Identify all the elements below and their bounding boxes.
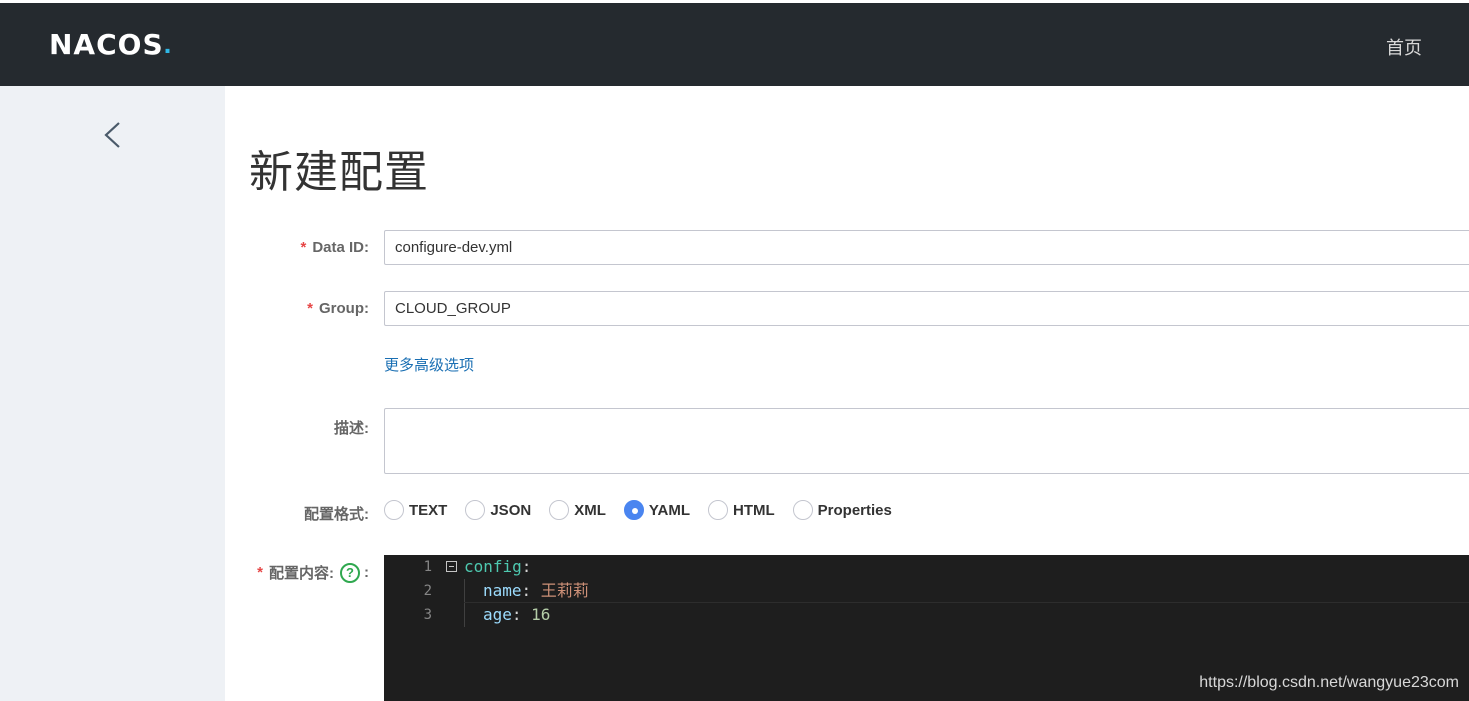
format-radio-xml[interactable]: XML xyxy=(549,500,606,520)
data-id-label-text: Data ID: xyxy=(312,239,369,256)
main-content: 新建配置 * Data ID: * Group: 更多高级选项 描述: 配置格式… xyxy=(225,86,1469,701)
line-number: 2 xyxy=(423,583,432,599)
top-navbar: NACOS. 首页 xyxy=(0,0,1469,86)
code-line: 2 name: 王莉莉 xyxy=(384,579,1469,603)
yaml-key: config xyxy=(464,557,522,576)
watermark-text: https://blog.csdn.net/wangyue23com xyxy=(1199,674,1459,691)
code-text: config: xyxy=(464,555,531,579)
group-label-text: Group: xyxy=(319,300,369,317)
radio-circle-checked[interactable] xyxy=(623,500,644,520)
content-label: * 配置内容: ? : xyxy=(257,562,369,583)
format-radio-group: TEXT JSON XML YAML HTML Properties xyxy=(384,499,910,521)
required-mark: * xyxy=(307,300,313,317)
data-id-label: * Data ID: xyxy=(300,239,369,256)
radio-circle[interactable] xyxy=(384,500,404,520)
content-label-colon: : xyxy=(364,564,369,581)
yaml-sep: : xyxy=(521,557,532,576)
code-line: 1 config: xyxy=(384,555,1469,579)
code-line: 3 age: 16 xyxy=(384,603,1469,627)
radio-label: JSON xyxy=(490,501,532,519)
required-mark: * xyxy=(257,564,263,581)
description-textarea[interactable] xyxy=(384,408,1469,474)
radio-label: YAML xyxy=(648,501,690,519)
required-mark: * xyxy=(300,239,307,256)
format-label-text: 配置格式: xyxy=(304,506,369,523)
data-id-input[interactable] xyxy=(384,230,1469,265)
yaml-key: name xyxy=(483,581,522,600)
description-label-text: 描述: xyxy=(334,420,369,437)
logo-dot: . xyxy=(163,28,172,59)
radio-label: Properties xyxy=(817,501,892,519)
radio-circle[interactable] xyxy=(549,500,570,520)
format-radio-html[interactable]: HTML xyxy=(708,500,775,520)
format-radio-text[interactable]: TEXT xyxy=(384,500,447,520)
radio-label: HTML xyxy=(733,501,775,519)
radio-circle[interactable] xyxy=(792,500,813,520)
indent-guide xyxy=(464,579,465,627)
format-radio-json[interactable]: JSON xyxy=(465,500,531,520)
back-chevron-icon[interactable] xyxy=(100,120,126,150)
fold-collapse-icon[interactable] xyxy=(446,561,457,572)
group-label: * Group: xyxy=(307,300,369,317)
line-number: 3 xyxy=(423,607,432,623)
radio-circle[interactable] xyxy=(465,500,486,520)
nav-home-link[interactable]: 首页 xyxy=(1386,34,1422,60)
code-text: age: 16 xyxy=(483,603,550,627)
logo-text: NACOS xyxy=(49,27,164,61)
current-line-highlight xyxy=(464,602,1469,603)
yaml-sep: : xyxy=(511,605,532,624)
radio-label: TEXT xyxy=(409,501,448,519)
yaml-sep: : xyxy=(521,581,541,600)
code-text: name: 王莉莉 xyxy=(483,579,589,603)
yaml-key: age xyxy=(483,605,512,624)
nacos-logo[interactable]: NACOS. xyxy=(49,27,172,61)
format-label: 配置格式: xyxy=(304,503,369,524)
radio-label: XML xyxy=(574,501,606,519)
sidebar xyxy=(0,86,225,701)
more-advanced-options-link[interactable]: 更多高级选项 xyxy=(384,354,474,375)
line-number: 1 xyxy=(423,559,432,575)
group-input[interactable] xyxy=(384,291,1469,326)
help-question-icon[interactable]: ? xyxy=(340,562,360,583)
content-label-text: 配置内容: xyxy=(269,565,334,582)
description-label: 描述: xyxy=(334,417,369,438)
yaml-value: 王莉莉 xyxy=(540,581,589,600)
format-radio-properties[interactable]: Properties xyxy=(792,500,892,520)
page-title: 新建配置 xyxy=(249,148,429,197)
radio-circle[interactable] xyxy=(708,500,728,520)
format-radio-yaml[interactable]: YAML xyxy=(623,500,690,520)
yaml-value: 16 xyxy=(531,605,551,624)
